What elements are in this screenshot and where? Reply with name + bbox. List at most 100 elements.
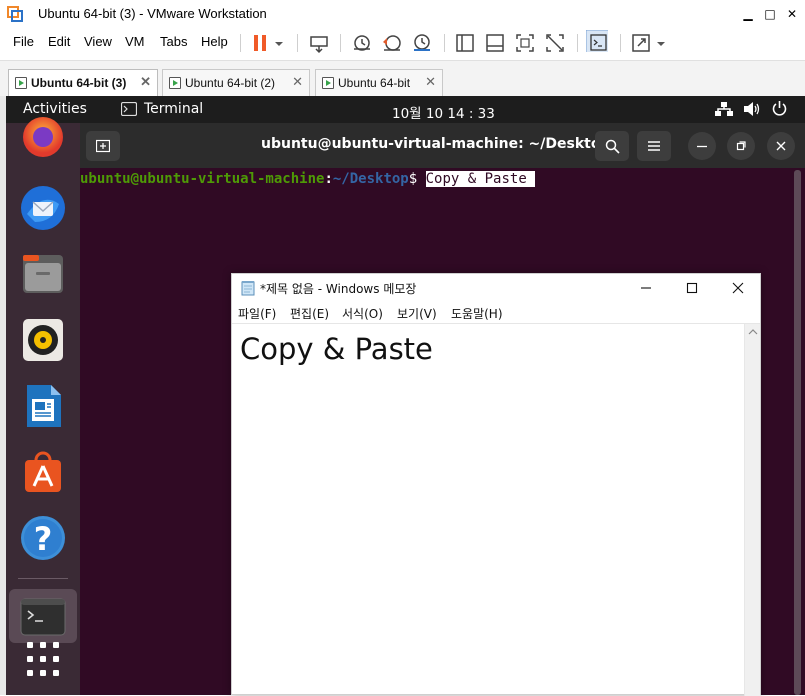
notepad-menubar: 파일(F) 편집(E) 서식(O) 보기(V) 도움말(H) xyxy=(232,302,760,324)
clock[interactable]: 10월 10 14 : 33 xyxy=(392,102,495,122)
console-view-icon[interactable] xyxy=(586,30,608,52)
maximize-button[interactable]: □ xyxy=(760,4,780,24)
send-ctrl-alt-del-icon[interactable] xyxy=(308,32,330,54)
tab-ubuntu-64-bit-3[interactable]: Ubuntu 64-bit (3) ✕ xyxy=(8,69,158,97)
chevron-down-icon[interactable] xyxy=(654,32,676,54)
rhythmbox-icon[interactable] xyxy=(19,316,67,364)
close-icon[interactable] xyxy=(732,282,744,294)
close-icon xyxy=(776,141,786,151)
tab-close-icon[interactable]: ✕ xyxy=(292,74,303,90)
gnome-top-bar: Activities Terminal 10월 10 14 : 33 xyxy=(6,96,805,123)
tab-ubuntu-64-bit-2[interactable]: Ubuntu 64-bit (2) ✕ xyxy=(162,69,310,97)
terminal-headerbar: ubuntu@ubuntu-virtual-machine: ~/Desktop xyxy=(80,123,805,168)
maximize-icon[interactable] xyxy=(686,282,698,294)
terminal-close-button[interactable] xyxy=(767,132,795,160)
terminal-command: Copy & Paste xyxy=(425,171,536,187)
prompt-separator: : xyxy=(324,171,333,187)
menu-edit[interactable]: Edit xyxy=(48,34,70,49)
notepad-title: *제목 없음 - Windows 메모장 xyxy=(260,282,417,296)
software-icon[interactable] xyxy=(19,448,67,496)
unity-mode-icon[interactable] xyxy=(544,32,566,54)
network-icon[interactable] xyxy=(715,101,733,117)
volume-icon[interactable] xyxy=(743,101,761,117)
toolbar-separator xyxy=(444,34,445,52)
chevron-down-icon[interactable] xyxy=(272,32,294,54)
tab-close-icon[interactable]: ✕ xyxy=(140,74,151,90)
notepad-menu-view[interactable]: 보기(V) xyxy=(397,305,437,322)
terminal-scrollbar[interactable] xyxy=(794,170,801,695)
notepad-titlebar: *제목 없음 - Windows 메모장 xyxy=(232,274,760,302)
menu-button[interactable] xyxy=(637,131,671,161)
app-grid-icon[interactable] xyxy=(19,635,67,683)
vm-running-icon xyxy=(322,77,334,89)
close-button[interactable]: ✕ xyxy=(782,4,802,24)
toolbar-separator xyxy=(620,34,621,52)
terminal-icon[interactable] xyxy=(19,593,67,641)
snapshot-icon[interactable] xyxy=(351,32,373,54)
prompt-user: ubuntu@ubuntu-virtual-machine xyxy=(80,171,325,187)
terminal-title: ubuntu@ubuntu-virtual-machine: ~/Desktop xyxy=(261,136,611,152)
vmware-logo-icon xyxy=(7,6,23,22)
dock-separator xyxy=(18,578,68,579)
help-glyph: ? xyxy=(33,520,53,558)
vm-tab-strip: Ubuntu 64-bit (3) ✕ Ubuntu 64-bit (2) ✕ … xyxy=(0,60,805,97)
terminal-app-icon xyxy=(121,102,137,116)
thumbnail-view-icon[interactable] xyxy=(484,32,506,54)
menu-help[interactable]: Help xyxy=(201,34,228,49)
toolbar-separator xyxy=(240,34,241,52)
tab-ubuntu-64-bit[interactable]: Ubuntu 64-bit ✕ xyxy=(315,69,443,97)
toolbar-separator xyxy=(577,34,578,52)
tab-label: Ubuntu 64-bit xyxy=(338,76,411,90)
new-tab-button[interactable] xyxy=(86,131,120,161)
notepad-scrollbar[interactable] xyxy=(744,324,760,696)
tab-close-icon[interactable]: ✕ xyxy=(425,74,436,90)
prompt-path: ~/Desktop xyxy=(332,171,409,187)
stretch-guest-icon[interactable] xyxy=(630,32,652,54)
scroll-up-icon[interactable] xyxy=(748,328,758,336)
terminal-prompt-line: ubuntu@ubuntu-virtual-machine:~/Desktop$… xyxy=(80,171,536,187)
notepad-menu-file[interactable]: 파일(F) xyxy=(238,305,276,322)
search-button[interactable] xyxy=(595,131,629,161)
vmware-menubar: File Edit View VM Tabs Help xyxy=(0,28,805,58)
full-screen-icon[interactable] xyxy=(514,32,536,54)
terminal-restore-button[interactable] xyxy=(727,132,755,160)
menu-tabs[interactable]: Tabs xyxy=(160,34,187,49)
snapshot-manager-icon[interactable] xyxy=(411,32,433,54)
terminal-minimize-button[interactable] xyxy=(688,132,716,160)
new-tab-icon xyxy=(96,139,110,153)
vm-running-icon xyxy=(169,77,181,89)
window-title: Ubuntu 64-bit (3) - VMware Workstation xyxy=(38,6,267,21)
app-menu[interactable]: Terminal xyxy=(144,101,203,117)
minimize-icon xyxy=(697,145,707,148)
ubuntu-dock: ? xyxy=(6,117,80,695)
writer-icon[interactable] xyxy=(19,382,67,430)
vm-running-icon xyxy=(15,77,27,89)
minimize-icon[interactable] xyxy=(640,282,652,294)
menu-file[interactable]: File xyxy=(13,34,34,49)
revert-snapshot-icon[interactable] xyxy=(381,32,403,54)
library-view-icon[interactable] xyxy=(454,32,476,54)
activities-button[interactable]: Activities xyxy=(23,101,87,117)
pause-icon[interactable] xyxy=(249,32,271,54)
files-icon[interactable] xyxy=(19,250,67,298)
hamburger-menu-icon xyxy=(648,141,660,151)
notepad-window: *제목 없음 - Windows 메모장 파일(F) 편집(E) 서식(O) 보… xyxy=(231,273,761,696)
power-icon[interactable] xyxy=(771,100,788,117)
search-icon xyxy=(605,139,620,154)
notepad-menu-help[interactable]: 도움말(H) xyxy=(451,305,503,322)
thunderbird-icon[interactable] xyxy=(19,184,67,232)
toolbar-separator xyxy=(340,34,341,52)
toolbar-separator xyxy=(297,34,298,52)
notepad-menu-edit[interactable]: 편집(E) xyxy=(290,305,329,322)
menu-vm[interactable]: VM xyxy=(125,34,145,49)
notepad-menu-format[interactable]: 서식(O) xyxy=(342,305,383,322)
restore-icon xyxy=(736,141,746,151)
vmware-titlebar: Ubuntu 64-bit (3) - VMware Workstation ▁… xyxy=(0,0,805,28)
prompt-symbol: $ xyxy=(408,171,418,187)
firefox-icon[interactable] xyxy=(19,117,67,165)
tab-label: Ubuntu 64-bit (3) xyxy=(31,76,127,90)
notepad-icon xyxy=(241,281,255,296)
minimize-button[interactable]: ▁ xyxy=(738,4,758,24)
notepad-text-area[interactable]: Copy & Paste xyxy=(232,324,744,696)
menu-view[interactable]: View xyxy=(84,34,112,49)
